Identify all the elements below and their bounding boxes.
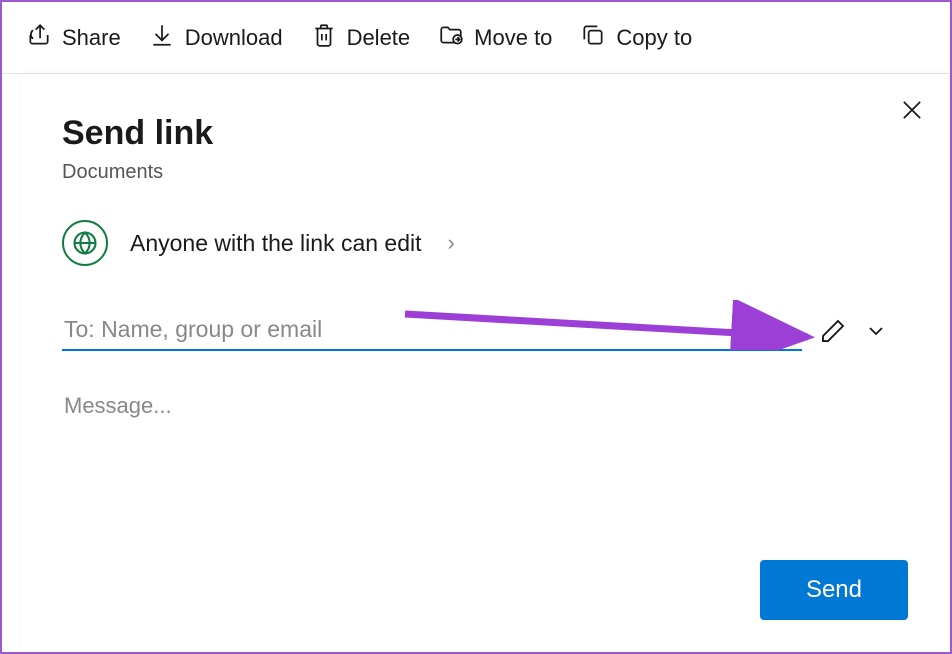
share-icon: [26, 22, 52, 54]
download-label: Download: [185, 25, 283, 51]
permission-text: Anyone with the link can edit: [130, 230, 422, 257]
chevron-right-icon: ›: [448, 230, 455, 256]
trash-icon: [311, 22, 337, 54]
download-button[interactable]: Download: [149, 22, 283, 54]
folder-move-icon: [438, 22, 464, 54]
close-button[interactable]: [898, 96, 926, 124]
close-icon: [898, 111, 926, 128]
share-button[interactable]: Share: [26, 22, 121, 54]
pencil-icon: [818, 333, 848, 350]
send-button[interactable]: Send: [760, 560, 908, 620]
copy-to-button[interactable]: Copy to: [580, 22, 692, 54]
share-label: Share: [62, 25, 121, 51]
copy-to-label: Copy to: [616, 25, 692, 51]
copy-icon: [580, 22, 606, 54]
globe-icon: [62, 220, 108, 266]
download-icon: [149, 22, 175, 54]
chevron-down-icon: [864, 330, 888, 347]
delete-label: Delete: [347, 25, 411, 51]
dialog-title: Send link: [62, 114, 908, 153]
move-to-button[interactable]: Move to: [438, 22, 552, 54]
edit-permission-button[interactable]: [818, 316, 848, 346]
send-link-dialog: Send link Documents Anyone with the link…: [22, 74, 948, 650]
dialog-subtitle: Documents: [62, 161, 908, 184]
permission-dropdown-button[interactable]: [864, 319, 888, 343]
delete-button[interactable]: Delete: [311, 22, 411, 54]
recipient-input[interactable]: [62, 310, 802, 351]
message-input[interactable]: [62, 389, 908, 499]
toolbar: Share Download Delete Move to Copy to: [2, 2, 950, 74]
recipient-row: [62, 310, 908, 351]
link-settings-button[interactable]: Anyone with the link can edit ›: [62, 220, 908, 266]
move-to-label: Move to: [474, 25, 552, 51]
